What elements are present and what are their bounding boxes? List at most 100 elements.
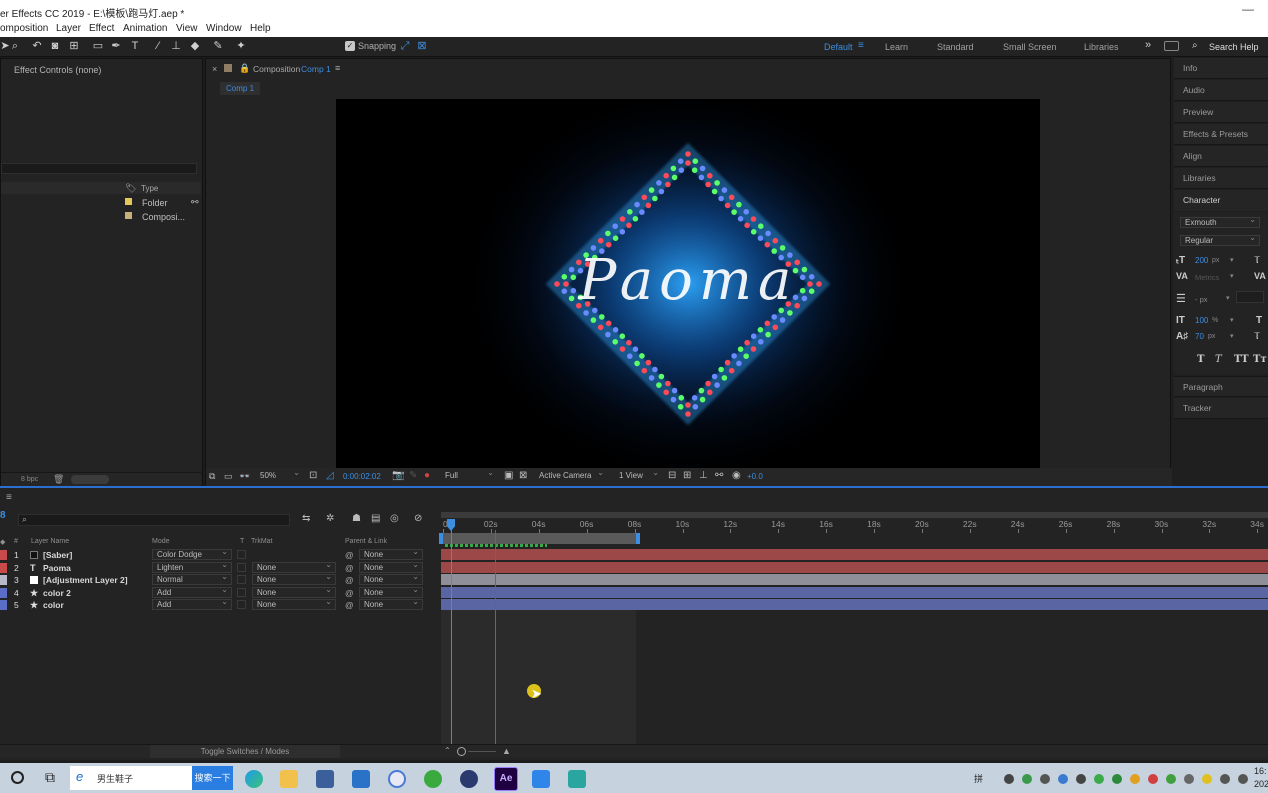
composition-tab-name[interactable]: Comp 1 [301, 64, 331, 74]
time-navigator[interactable] [441, 512, 1268, 518]
column-layer-name[interactable]: Layer Name [31, 538, 69, 545]
label-color-swatch[interactable] [0, 550, 7, 560]
graph-editor-icon[interactable]: ⊘ [414, 513, 422, 524]
workspace-standard[interactable]: Standard [937, 42, 974, 52]
channel-icon[interactable]: ● [424, 470, 430, 481]
vertical-scale-value[interactable]: 100 [1195, 316, 1208, 325]
network-icon[interactable] [1220, 774, 1230, 784]
parent-dropdown[interactable]: None [359, 547, 423, 560]
preserve-transparency-toggle[interactable] [237, 587, 246, 597]
shield-icon[interactable] [1022, 774, 1032, 784]
camera-tool-icon[interactable]: ◙ [48, 39, 62, 53]
sync-settings-icon[interactable] [1164, 41, 1179, 51]
zoom-dropdown[interactable]: 50% [256, 468, 303, 482]
rotate-tool-icon[interactable]: ↶ [30, 39, 44, 53]
font-style-dropdown[interactable]: Regular [1180, 233, 1260, 246]
pick-whip-icon[interactable]: @ [345, 562, 354, 574]
ime-indicator[interactable]: 拼 [974, 772, 983, 785]
clock-time[interactable]: 16: [1254, 766, 1267, 776]
layer-duration-bar[interactable] [441, 561, 1268, 574]
exposure-value[interactable]: +0.0 [747, 472, 763, 481]
faux-bold-button[interactable]: T [1197, 354, 1204, 365]
parent-dropdown[interactable]: None [359, 572, 423, 585]
menu-window[interactable]: Window [206, 23, 242, 34]
preserve-transparency-toggle[interactable] [237, 575, 246, 584]
volume-icon[interactable] [1184, 774, 1194, 784]
fit-icon[interactable]: ⊡ [309, 470, 317, 481]
mail-icon[interactable] [352, 770, 370, 788]
monitor-icon[interactable]: ▭ [224, 471, 233, 482]
pen-tool-icon[interactable]: ✒ [109, 39, 123, 53]
small-caps-button[interactable]: Tт [1253, 354, 1267, 365]
dropdown-arrow-icon[interactable]: ▾ [1230, 316, 1234, 324]
minimize-button[interactable]: — [1242, 2, 1254, 16]
type-column-header[interactable]: Type [141, 184, 158, 193]
align-panel-tab[interactable]: Align [1174, 146, 1268, 167]
pick-whip-icon[interactable]: @ [345, 549, 354, 561]
workspace-menu-icon[interactable]: ≡ [858, 40, 864, 51]
taskbar-search-box[interactable]: e 男生鞋子 [70, 766, 192, 790]
blend-mode-dropdown[interactable]: Color Dodge [152, 547, 232, 560]
info-panel-tab[interactable]: Info [1174, 58, 1268, 79]
track-matte-dropdown[interactable]: None [252, 585, 336, 598]
tray-icon[interactable] [1130, 774, 1140, 784]
resolution-dropdown[interactable]: Full [441, 468, 497, 482]
blend-mode-dropdown[interactable]: Add [152, 597, 232, 610]
column-mode[interactable]: Mode [152, 538, 170, 545]
snap-features-icon[interactable]: ⊠ [415, 39, 429, 53]
dropdown-arrow-icon[interactable]: ▾ [1226, 294, 1230, 302]
column-trkmat[interactable]: TrkMat [251, 538, 273, 545]
workspace-learn[interactable]: Learn [885, 42, 908, 52]
reset-exposure-icon[interactable]: ◉ [732, 470, 741, 481]
preview-panel-tab[interactable]: Preview [1174, 102, 1268, 123]
pick-whip-icon[interactable]: @ [345, 587, 354, 599]
lock-icon[interactable]: 🔒 [239, 63, 250, 74]
kerning-value[interactable]: Metrics [1195, 273, 1219, 282]
stroke-width-value[interactable]: - px [1195, 295, 1208, 304]
pick-whip-icon[interactable]: @ [345, 574, 354, 586]
faux-italic-button[interactable]: T [1215, 354, 1222, 365]
label-color-swatch[interactable] [0, 587, 7, 598]
track-matte-dropdown[interactable]: None [252, 572, 336, 585]
work-area-bar[interactable] [439, 533, 640, 544]
track-matte-dropdown[interactable]: None [252, 597, 336, 610]
workspace-libraries[interactable]: Libraries [1084, 42, 1119, 52]
layer-row[interactable]: 1 [Saber] Color Dodge @ None [0, 547, 440, 561]
panel-menu-icon[interactable]: ≡ [335, 63, 340, 73]
flowchart-icon[interactable]: ⚯ [191, 197, 199, 208]
parent-dropdown[interactable]: None [359, 560, 423, 573]
puppet-tool-icon[interactable]: ✦ [234, 39, 248, 53]
work-area-end-handle[interactable] [636, 533, 640, 544]
dropdown-arrow-icon[interactable]: ▾ [1230, 272, 1234, 280]
layer-row[interactable]: 4 ★ color 2 Add None @ None [0, 585, 440, 599]
file-explorer-icon[interactable] [280, 770, 298, 788]
clock-date[interactable]: 202 [1254, 779, 1268, 789]
project-item-type[interactable]: Folder [142, 198, 168, 208]
layer-row[interactable]: 5 ★ color Add None @ None [0, 597, 440, 611]
tray-icon[interactable] [1004, 774, 1014, 784]
dropdown-arrow-icon[interactable]: ▾ [1230, 256, 1234, 264]
region-of-interest-icon[interactable]: ▣ [504, 470, 513, 481]
search-submit-button[interactable]: 搜索一下 [192, 766, 233, 790]
workspace-default[interactable]: Default [824, 42, 853, 52]
layer-duration-bar[interactable] [441, 586, 1268, 599]
all-caps-button[interactable]: TT [1234, 354, 1249, 365]
layer-duration-bar[interactable] [441, 574, 1268, 586]
snapping-checkbox[interactable]: ✓ [345, 41, 355, 51]
project-item-type[interactable]: Composi... [142, 212, 185, 222]
start-search-icon[interactable] [11, 771, 24, 784]
close-panel-icon[interactable]: × [212, 64, 217, 74]
preserve-transparency-toggle[interactable] [237, 562, 246, 572]
clone-stamp-tool-icon[interactable]: ⊥ [169, 39, 183, 53]
cinema-app-icon[interactable] [460, 770, 478, 788]
show-snapshot-icon[interactable]: ✎ [409, 470, 417, 481]
paragraph-panel-tab[interactable]: Paragraph [1174, 376, 1268, 397]
search-help[interactable]: Search Help [1209, 42, 1259, 52]
more-workspaces-icon[interactable]: » [1145, 39, 1151, 51]
zoom-slider-handle[interactable] [457, 747, 466, 756]
search-icon[interactable]: ⌕ [1192, 40, 1198, 51]
blend-mode-dropdown[interactable]: Normal [152, 572, 232, 585]
libraries-panel-tab[interactable]: Libraries [1174, 168, 1268, 189]
comp-mini-flowchart-icon[interactable]: ⇆ [302, 513, 310, 524]
work-area-start-handle[interactable] [439, 533, 443, 544]
